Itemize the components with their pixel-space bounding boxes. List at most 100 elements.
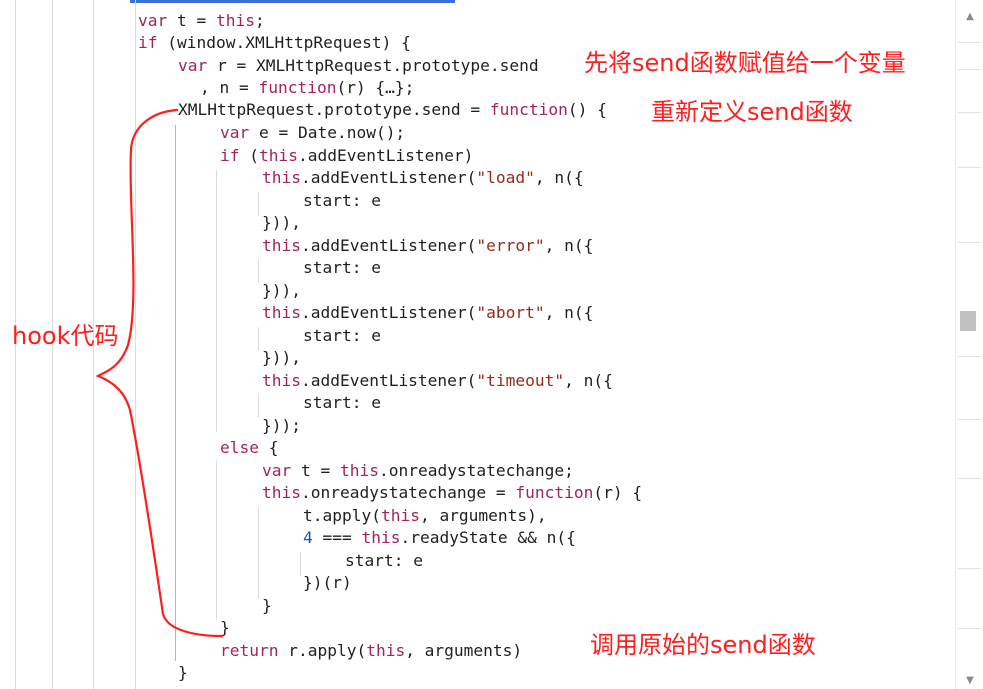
code-keyword: if (138, 33, 158, 52)
code-text: start: e (303, 393, 381, 412)
code-keyword: var (138, 11, 168, 30)
annotation-assign-send: 先将send函数赋值给一个变量 (584, 49, 906, 77)
code-string: "load" (476, 168, 535, 187)
code-line: this.addEventListener("load", n({ (262, 167, 584, 189)
code-text: } (220, 618, 230, 637)
code-text: start: e (303, 191, 381, 210)
indent-guide (258, 259, 259, 283)
code-line: return r.apply(this, arguments) (220, 640, 522, 662)
scrollbar-track-segment (958, 568, 981, 609)
vertical-scrollbar[interactable]: ▲ ▼ (955, 0, 983, 689)
code-text: () { (567, 100, 607, 119)
code-text: .addEventListener) (297, 146, 474, 165)
indent-guide (216, 170, 217, 432)
code-text: })), (262, 213, 301, 232)
code-text: , n({ (544, 236, 594, 255)
code-text: .readyState && n({ (400, 528, 576, 547)
active-tab-indicator (130, 0, 455, 3)
code-keyword: var (178, 56, 208, 75)
code-text: })); (262, 416, 301, 435)
code-text: { (258, 438, 279, 457)
code-text: (r) {…}; (336, 78, 415, 97)
code-line: if (this.addEventListener) (220, 145, 473, 167)
code-line: this.addEventListener("abort", n({ (262, 302, 593, 324)
code-text: } (178, 663, 188, 682)
scrollbar-track-segment (958, 478, 981, 539)
code-line: start: e (303, 392, 381, 414)
code-keyword: this (380, 506, 420, 525)
code-text: ; (254, 11, 265, 30)
indent-guide (258, 507, 259, 599)
code-keyword: function (515, 483, 594, 502)
code-text: t.apply( (303, 506, 381, 525)
scrollbar-track-segment (958, 419, 981, 460)
code-number: 4 (303, 528, 313, 547)
code-line: start: e (303, 190, 381, 212)
code-text: t = (167, 11, 216, 30)
code-string: "timeout" (476, 371, 565, 390)
code-line: })), (262, 212, 301, 234)
code-text: })(r) (303, 573, 352, 592)
code-text: , n({ (564, 371, 613, 390)
code-keyword: function (489, 100, 568, 119)
code-keyword: this (366, 641, 406, 660)
code-keyword: return (220, 641, 279, 660)
indent-guide (135, 0, 136, 689)
code-text: r.apply( (278, 641, 367, 660)
scroll-down-icon[interactable]: ▼ (956, 670, 983, 689)
code-line: this.addEventListener("error", n({ (262, 235, 593, 257)
code-line: } (178, 662, 188, 684)
code-string: "error" (476, 236, 545, 255)
code-line: })(r) (303, 572, 352, 594)
scrollbar-track-segment (958, 356, 981, 397)
code-keyword: this (262, 303, 301, 322)
code-line: var r = XMLHttpRequest.prototype.send (178, 55, 539, 77)
code-line: else { (220, 437, 278, 459)
code-line: , n = function(r) {…}; (200, 77, 414, 99)
code-keyword: this (262, 483, 301, 502)
scroll-up-icon[interactable]: ▲ (956, 6, 983, 26)
code-text: start: e (303, 258, 381, 277)
code-line: t.apply(this, arguments), (303, 505, 547, 527)
indent-guide (258, 192, 259, 216)
code-text: .onreadystatechange = (300, 483, 516, 502)
code-text: , n({ (534, 168, 584, 187)
code-keyword: function (258, 78, 337, 97)
scrollbar-track-segment (958, 167, 981, 208)
code-text: , arguments), (419, 506, 547, 525)
code-text: === (312, 528, 362, 547)
code-line: start: e (345, 550, 423, 572)
code-keyword: var (262, 461, 292, 480)
code-line: this.onreadystatechange = function(r) { (262, 482, 642, 504)
code-text: } (262, 596, 272, 615)
code-text: (window.XMLHttpRequest) { (157, 33, 411, 52)
code-keyword: this (262, 236, 301, 255)
indent-guide (216, 460, 217, 620)
code-keyword: else (220, 438, 259, 457)
annotation-redefine-send: 重新定义send函数 (651, 98, 853, 126)
code-text: .addEventListener( (300, 371, 477, 390)
code-text: .addEventListener( (300, 236, 477, 255)
code-text: t = (291, 461, 340, 480)
code-line: 4 === this.readyState && n({ (303, 527, 576, 549)
code-keyword: this (262, 371, 301, 390)
scrollbar-track-segment (958, 628, 981, 669)
code-keyword: this (262, 168, 301, 187)
code-line: var e = Date.now(); (220, 122, 405, 144)
code-text: , n = (200, 78, 259, 97)
scrollbar-thumb[interactable] (960, 311, 976, 331)
indent-guide (258, 394, 259, 418)
code-keyword: this (361, 528, 401, 547)
scrollbar-track-segment (958, 42, 981, 65)
devtools-source-viewer: var t = this; if (window.XMLHttpRequest) … (0, 0, 983, 689)
annotation-call-original: 调用原始的send函数 (590, 631, 816, 659)
code-line: XMLHttpRequest.prototype.send = function… (178, 99, 607, 121)
code-text: , arguments) (405, 641, 523, 660)
code-keyword: if (220, 146, 240, 165)
code-line: this.addEventListener("timeout", n({ (262, 370, 613, 392)
code-line: start: e (303, 325, 381, 347)
code-keyword: var (220, 123, 250, 142)
code-line: })), (262, 347, 301, 369)
code-text: XMLHttpRequest.prototype.send = (178, 100, 490, 119)
code-line: start: e (303, 257, 381, 279)
